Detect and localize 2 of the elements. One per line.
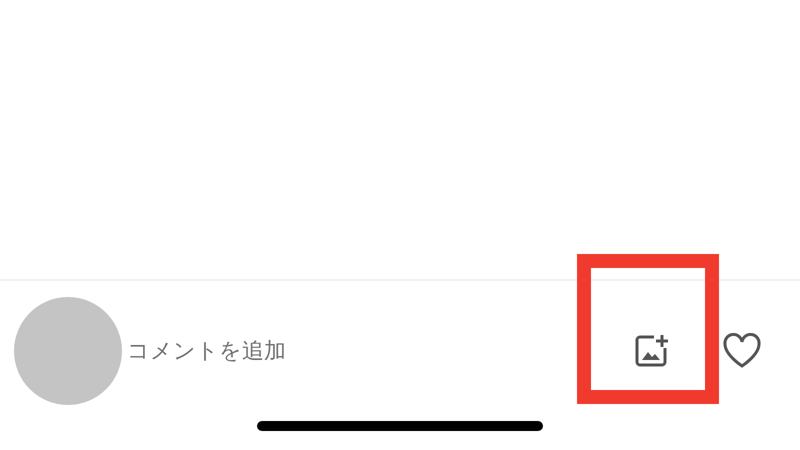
comment-input-field[interactable]: コメントを追加 — [127, 334, 427, 368]
image-plus-icon — [634, 333, 670, 369]
